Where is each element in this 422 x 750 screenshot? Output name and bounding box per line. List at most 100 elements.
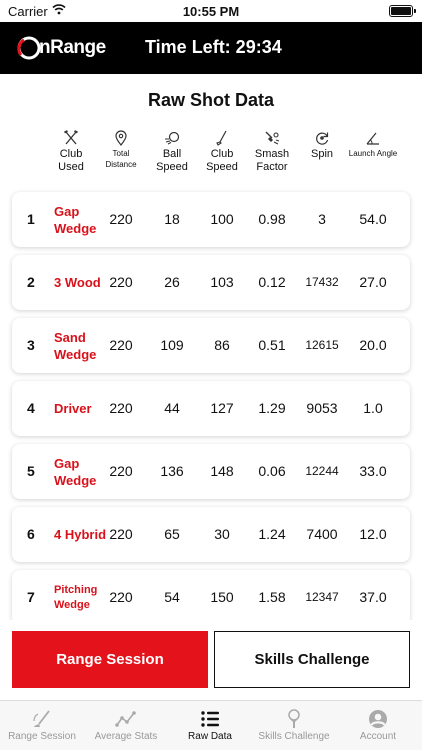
shot-club-speed: 127: [210, 400, 234, 416]
battery-icon: [389, 5, 413, 17]
shot-number: 7: [27, 589, 35, 605]
column-headers: Club Used Total Distance Ball Speed Club…: [0, 130, 422, 182]
onrange-logo: nRange: [16, 35, 106, 61]
shot-distance: 220: [109, 463, 133, 479]
account-icon: [369, 710, 387, 728]
shot-spin: 3: [318, 211, 326, 227]
top-bar: nRange Time Left: 29:34: [0, 22, 422, 74]
shot-list[interactable]: 1 Gap Wedge 220 18 100 0.98 3 54.0 2 3 W…: [0, 187, 422, 620]
shot-launch-angle: 1.0: [363, 400, 383, 416]
shot-smash-factor: 0.12: [258, 274, 286, 290]
col-label: Smash Factor: [254, 148, 290, 173]
shot-ball-speed: 109: [160, 337, 184, 353]
golf-club-icon: [216, 130, 227, 146]
shot-club-speed: 30: [214, 526, 230, 542]
golf-club-swing-icon: [33, 710, 50, 727]
shot-number: 3: [27, 337, 35, 353]
tab-label: Skills Challenge: [258, 731, 330, 742]
shot-launch-angle: 54.0: [359, 211, 387, 227]
col-label: Club Used: [58, 148, 84, 173]
shot-ball-speed: 54: [164, 589, 180, 605]
location-pin-icon: [115, 130, 127, 146]
time-left-label: Time Left: 29:34: [145, 37, 282, 57]
tab-label: Average Stats: [94, 731, 158, 742]
shot-number: 5: [27, 463, 35, 479]
col-ball-speed: Ball Speed: [147, 130, 197, 174]
shot-smash-factor: 0.51: [258, 337, 286, 353]
shot-smash-factor: 1.58: [258, 589, 286, 605]
shot-distance: 220: [109, 589, 133, 605]
col-label: Spin: [310, 148, 334, 160]
shot-distance: 220: [109, 337, 133, 353]
col-smash-factor: Smash Factor: [247, 130, 297, 174]
tab-label: Account: [359, 731, 397, 742]
tab-account[interactable]: Account: [336, 701, 420, 750]
shot-spin: 7400: [306, 526, 338, 542]
angle-icon: [366, 132, 379, 145]
shot-smash-factor: 0.06: [258, 463, 286, 479]
shot-spin: 17432: [305, 275, 339, 289]
shot-row[interactable]: 5 Gap Wedge 220 136 148 0.06 12244 33.0: [12, 444, 410, 499]
tab-average-stats[interactable]: Average Stats: [84, 701, 168, 750]
shot-launch-angle: 33.0: [359, 463, 387, 479]
logo-text: nRange: [39, 37, 106, 58]
shot-number: 4: [27, 400, 35, 416]
shot-ball-speed: 44: [164, 400, 180, 416]
status-bar: Carrier 10:55 PM: [0, 0, 422, 22]
tab-skills-challenge[interactable]: Skills Challenge: [252, 701, 336, 750]
col-total-distance: Total Distance: [96, 130, 146, 170]
shot-club-speed: 100: [210, 211, 234, 227]
shot-ball-speed: 65: [164, 526, 180, 542]
shot-row[interactable]: 4 Driver 220 44 127 1.29 9053 1.0: [12, 381, 410, 436]
battery-tip: [414, 9, 416, 13]
shot-number: 2: [27, 274, 35, 290]
tab-label: Raw Data: [188, 731, 232, 742]
shot-ball-speed: 136: [160, 463, 184, 479]
col-launch-angle: Launch Angle: [348, 130, 398, 159]
shot-launch-angle: 20.0: [359, 337, 387, 353]
shot-club-speed: 103: [210, 274, 234, 290]
tab-raw-data[interactable]: Raw Data: [168, 701, 252, 750]
shot-spin: 9053: [306, 400, 338, 416]
shot-row[interactable]: 3 Sand Wedge 220 109 86 0.51 12615 20.0: [12, 318, 410, 373]
shot-row[interactable]: 1 Gap Wedge 220 18 100 0.98 3 54.0: [12, 192, 410, 247]
col-label: Ball Speed: [156, 148, 188, 173]
crossed-clubs-icon: [64, 130, 78, 145]
tab-label: Range Session: [8, 731, 76, 742]
shot-smash-factor: 0.98: [258, 211, 286, 227]
shot-ball-speed: 26: [164, 274, 180, 290]
shot-club-speed: 86: [214, 337, 230, 353]
shot-launch-angle: 37.0: [359, 589, 387, 605]
shot-launch-angle: 27.0: [359, 274, 387, 290]
line-chart-icon: [115, 711, 136, 727]
shot-spin: 12347: [305, 590, 339, 604]
shot-club-speed: 150: [210, 589, 234, 605]
golf-tee-icon: [288, 709, 300, 728]
speeding-ball-icon: [165, 131, 180, 145]
shot-distance: 220: [109, 211, 133, 227]
range-session-button[interactable]: Range Session: [12, 631, 208, 688]
shot-club-speed: 148: [210, 463, 234, 479]
shot-ball-speed: 18: [164, 211, 180, 227]
skills-challenge-button[interactable]: Skills Challenge: [214, 631, 410, 688]
shot-row[interactable]: 6 4 Hybrid 220 65 30 1.24 7400 12.0: [12, 507, 410, 562]
shot-number: 1: [27, 211, 35, 227]
shot-row[interactable]: 7 Pitching Wedge 220 54 150 1.58 12347 3…: [12, 570, 410, 620]
shot-distance: 220: [109, 400, 133, 416]
col-club-used: Club Used: [46, 130, 96, 174]
col-label: Total Distance: [105, 149, 137, 169]
shot-smash-factor: 1.24: [258, 526, 286, 542]
list-icon: [201, 711, 219, 727]
shot-row[interactable]: 2 3 Wood 220 26 103 0.12 17432 27.0: [12, 255, 410, 310]
shot-spin: 12615: [305, 338, 339, 352]
shot-smash-factor: 1.29: [258, 400, 286, 416]
tab-range-session[interactable]: Range Session: [0, 701, 84, 750]
shot-distance: 220: [109, 526, 133, 542]
impact-icon: [265, 131, 280, 145]
status-time: 10:55 PM: [182, 4, 240, 19]
shot-spin: 12244: [305, 464, 339, 478]
col-label: Club Speed: [206, 148, 238, 173]
shot-number: 6: [27, 526, 35, 542]
col-club-speed: Club Speed: [197, 130, 247, 174]
page-title: Raw Shot Data: [147, 90, 275, 110]
